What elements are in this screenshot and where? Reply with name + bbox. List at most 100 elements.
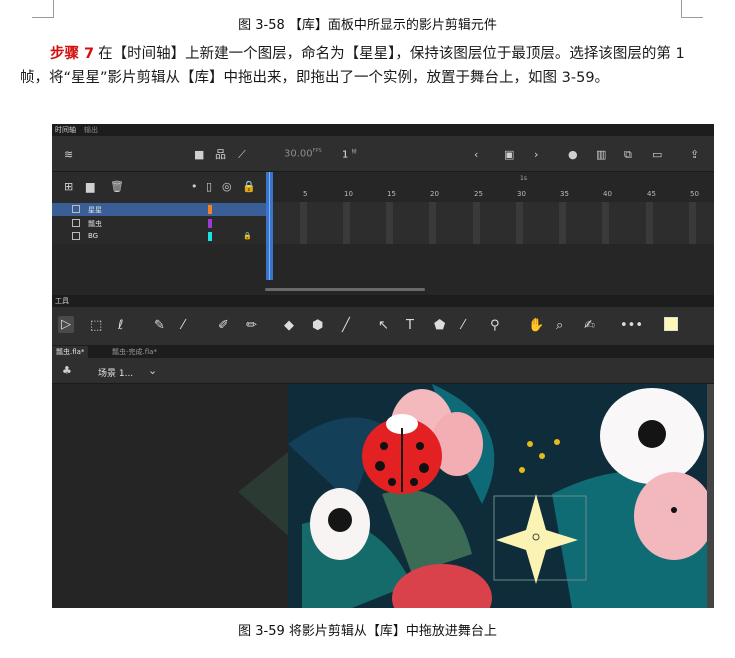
frame-stripe	[559, 202, 566, 244]
export-icon[interactable]: ⇪	[690, 149, 699, 160]
layer-row-stars[interactable]: 星星	[52, 203, 270, 216]
fps-value: 30.00	[284, 148, 313, 160]
layer-icon	[72, 219, 80, 227]
white-flower	[310, 488, 370, 560]
timeline-empty-area	[52, 244, 714, 294]
frame-stripe	[300, 202, 307, 244]
fps-display[interactable]: 30.00FPS	[284, 148, 322, 159]
more-tools-icon[interactable]: •••	[620, 319, 643, 332]
new-layer-icon[interactable]: ⊞	[64, 181, 73, 192]
line-tool-icon[interactable]: ╱	[342, 319, 350, 332]
eraser-tool-icon[interactable]: ◆	[284, 319, 294, 332]
layer-name: 瓢虫	[88, 220, 102, 228]
visibility-icon[interactable]: ◎	[222, 181, 232, 192]
insert-frame-icon[interactable]: ⧉	[624, 149, 632, 160]
fill-color-swatch[interactable]	[664, 317, 678, 331]
layers-icon[interactable]: ≋	[64, 149, 73, 160]
symbol-icon[interactable]: ♣	[62, 365, 72, 376]
lock-all-icon[interactable]: 🔒	[242, 181, 256, 192]
polystar-tool-icon[interactable]: ⬢	[312, 319, 323, 332]
chevron-down-icon[interactable]: ⌄	[148, 365, 157, 376]
ruler-tick: 30	[517, 190, 526, 198]
scene-selector[interactable]: 场景 1...	[98, 366, 133, 379]
ruler-tick: 25	[474, 190, 483, 198]
layer-name: BG	[88, 232, 99, 240]
subselection-tool-icon[interactable]: ↖	[378, 319, 389, 332]
figure-caption-bottom: 图 3-59 将影片剪辑从【库】中拖放进舞台上	[238, 624, 497, 639]
ruler-tick: 15	[387, 190, 396, 198]
second-marker: 1s	[520, 175, 527, 182]
stage-area[interactable]	[52, 384, 714, 608]
frame-ruler[interactable]: 1s 5 10 15 20 25 30 35 40 45 50	[270, 172, 714, 202]
text-tool-icon[interactable]: T	[406, 319, 414, 332]
white-flower	[600, 388, 704, 484]
timeline-toolbar: ≋ ■ 品 ⟋ ‹ ▣ › ● ▥ ⧉ ▭ ⇪	[52, 136, 714, 172]
highlight-layers-icon[interactable]: •	[191, 181, 198, 192]
keyframe-icon[interactable]: ▭	[652, 149, 662, 160]
layer-name: 星星	[88, 206, 102, 214]
current-frame-value: 1	[342, 149, 349, 161]
layer-row-bg[interactable]: BG 🔒	[52, 230, 270, 243]
playhead[interactable]	[266, 172, 273, 280]
prev-frame-icon[interactable]: ‹	[474, 149, 478, 160]
animate-screenshot: 时间轴 输出 ≋ ■ 品 ⟋ ‹ ▣ › ● ▥ ⧉ ▭ ⇪ 30.00FPS …	[52, 124, 714, 608]
tab-output[interactable]: 输出	[84, 125, 98, 135]
camera-icon[interactable]: ■	[194, 149, 204, 160]
paint-brush-tool-icon[interactable]: ✎	[154, 319, 165, 332]
doc-tab-ladybug-complete[interactable]: 瓢虫-完成.fla*	[108, 346, 161, 358]
layer-icon	[72, 232, 80, 240]
tools-panel-title: 工具	[52, 295, 714, 307]
outline-icon[interactable]: ▯	[206, 181, 212, 192]
lasso-tool-icon[interactable]: ℓ	[118, 319, 123, 332]
bone-tool-icon[interactable]: ⚲	[490, 319, 500, 332]
current-frame-display[interactable]: 1 帧	[342, 148, 357, 160]
paint-bucket-tool-icon[interactable]: ⬟	[434, 319, 445, 332]
tab-timeline[interactable]: 时间轴	[55, 125, 76, 135]
new-folder-icon[interactable]: ▆	[86, 181, 94, 192]
pollen-dot	[527, 441, 533, 447]
frame-grid[interactable]	[270, 202, 714, 244]
document-tabs: 瓢虫.fla* 瓢虫-完成.fla*	[52, 345, 714, 358]
layer-color-swatch[interactable]	[208, 205, 212, 214]
figure-caption-top: 图 3-58 【库】面板中所显示的影片剪辑元件	[238, 18, 497, 33]
ruler-tick: 20	[430, 190, 439, 198]
selection-tool-icon[interactable]: ▷	[58, 316, 74, 333]
fluid-brush-tool-icon[interactable]: ✐	[218, 319, 229, 332]
doc-tab-ladybug[interactable]: 瓢虫.fla*	[52, 346, 89, 358]
lock-icon[interactable]: 🔒	[243, 232, 252, 240]
hand-tool-icon[interactable]: ✋	[528, 319, 544, 332]
pencil-tool-icon[interactable]: ✏	[246, 319, 257, 332]
layer-color-swatch[interactable]	[208, 219, 212, 228]
step-paragraph: 步骤 7 在【时间轴】上新建一个图层，命名为【星星】，保持该图层位于最顶层。选择该…	[20, 42, 712, 90]
zoom-tool-icon[interactable]: ⌕	[556, 319, 563, 332]
step-text: 在【时间轴】上新建一个图层，命名为【星星】，保持该图层位于最顶层。选择该图层的第…	[20, 46, 685, 86]
tools-panel: ▷ ⬚ ℓ ✎ ⁄ ✐ ✏ ◆ ⬢ ╱ ↖ T ⬟ ⁄ ⚲ ✋ ⌕ ✍ •••	[52, 307, 714, 345]
frame-stripe	[602, 202, 609, 244]
frame-stripe	[689, 202, 696, 244]
layer-row-ladybug[interactable]: 瓢虫	[52, 217, 270, 230]
edit-multiple-frames-icon[interactable]: ▥	[596, 149, 606, 160]
play-icon[interactable]: ▣	[504, 149, 514, 160]
delete-layer-icon[interactable]: 🗑	[110, 181, 124, 192]
frame-stripe	[646, 202, 653, 244]
brush-tool-icon[interactable]: ⁄	[182, 319, 184, 332]
onion-skin-icon[interactable]: ●	[568, 149, 578, 160]
frame-unit: 帧	[351, 149, 357, 155]
stage-artwork	[238, 384, 714, 608]
frame-stripe	[473, 202, 480, 244]
ruler-tick: 40	[603, 190, 612, 198]
parenting-icon[interactable]: 品	[215, 149, 226, 160]
fps-unit: FPS	[312, 148, 322, 154]
next-frame-icon[interactable]: ›	[534, 149, 538, 160]
layer-color-swatch[interactable]	[208, 232, 212, 241]
eyedropper-tool-icon[interactable]: ⁄	[462, 319, 464, 332]
timeline-scrollbar[interactable]	[265, 288, 425, 291]
camera-tool-icon[interactable]: ✍	[584, 319, 595, 332]
graph-icon[interactable]: ⟋	[238, 149, 246, 160]
ruler-tick: 5	[303, 190, 308, 198]
step-label: 步骤 7	[50, 46, 95, 62]
ruler-tick: 45	[647, 190, 656, 198]
panel-tabs: 时间轴 输出	[52, 124, 714, 136]
stage-right-edge	[707, 384, 714, 608]
free-transform-tool-icon[interactable]: ⬚	[90, 319, 102, 332]
